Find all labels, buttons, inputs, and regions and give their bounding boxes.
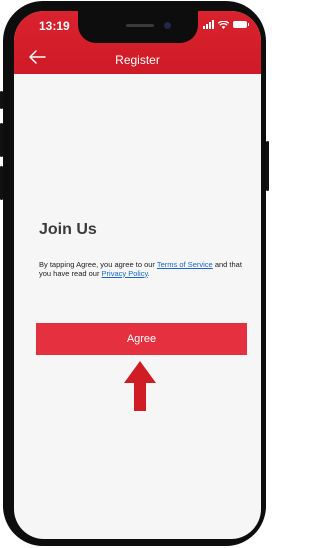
header-bar: 13:19 Register	[14, 11, 261, 74]
phone-notch	[78, 11, 198, 43]
terms-text: By tapping Agree, you agree to our Terms…	[39, 260, 251, 278]
signal-icon	[203, 20, 214, 29]
terms-suffix: .	[147, 268, 150, 278]
camera-icon	[164, 22, 171, 29]
phone-volume-down-button	[0, 166, 3, 200]
phone-power-button	[266, 141, 269, 191]
page-title: Register	[115, 53, 160, 67]
privacy-policy-link[interactable]: Privacy Policy	[102, 269, 148, 278]
join-heading: Join Us	[39, 221, 97, 238]
phone-side-button	[0, 91, 3, 109]
up-arrow-icon	[124, 361, 156, 411]
status-icons	[203, 20, 249, 29]
wifi-icon	[218, 20, 229, 29]
terms-of-service-link[interactable]: Terms of Service	[157, 260, 213, 269]
screen: 13:19 Register Join Us By tapping Agree,…	[14, 11, 261, 539]
speaker-grille	[126, 24, 154, 27]
status-time: 13:19	[39, 19, 70, 33]
agree-button[interactable]: Agree	[36, 323, 247, 355]
battery-icon	[233, 21, 249, 28]
phone-frame: 13:19 Register Join Us By tapping Agree,…	[0, 1, 269, 546]
phone-volume-up-button	[0, 123, 3, 157]
